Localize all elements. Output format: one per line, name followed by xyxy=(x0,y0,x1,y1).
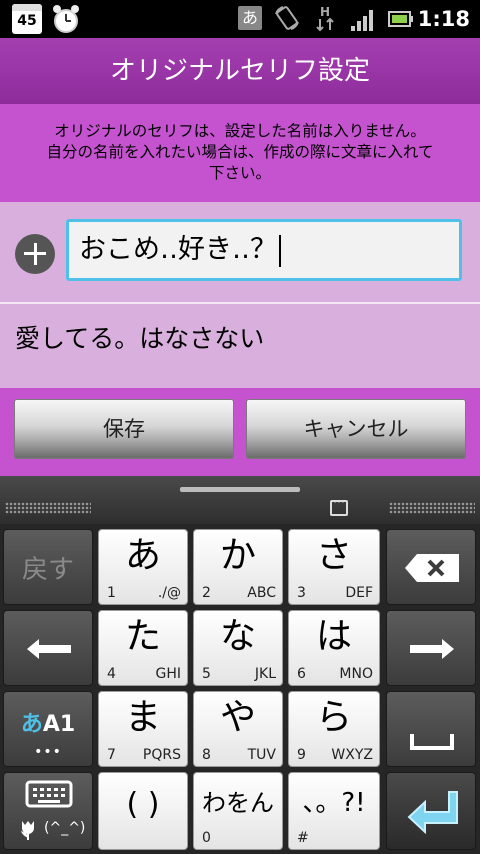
list-item-text: 愛してる。はなさない xyxy=(15,324,265,353)
status-time: 1:18 xyxy=(417,7,470,31)
key-punctuation-label: 、。?! xyxy=(302,788,366,818)
key-ha-label: は xyxy=(315,616,352,657)
mode-hiragana-label: あ xyxy=(20,712,43,737)
key-ka-num: 2 xyxy=(202,585,211,601)
description-line-2: 自分の名前を入れたい場合は、作成の際に文章に入れて xyxy=(46,143,434,161)
grip-dots-icon xyxy=(389,502,475,514)
key-ya-sub: TUV xyxy=(247,747,276,763)
keyboard-menu-icon[interactable] xyxy=(330,495,348,516)
right-arrow-key[interactable] xyxy=(386,610,476,686)
key-na[interactable]: な 5 JKL xyxy=(193,610,283,686)
serif-input[interactable]: おこめ‥好き‥？ xyxy=(66,219,462,281)
key-punctuation-num: # xyxy=(297,830,309,846)
key-na-label: な xyxy=(219,616,256,657)
key-punctuation[interactable]: 、。?! # xyxy=(288,772,380,850)
key-a[interactable]: あ 1 ./@ xyxy=(98,529,188,605)
key-parentheses-label: ( ) xyxy=(126,787,160,822)
key-ha-sub: MNO xyxy=(339,666,373,682)
key-ra-sub: WXYZ xyxy=(331,747,373,763)
rotation-icon xyxy=(275,6,299,30)
undo-key[interactable]: 戻す xyxy=(3,529,93,605)
key-sa-label: さ xyxy=(315,535,352,576)
add-plus-icon[interactable] xyxy=(15,234,55,274)
key-ta-sub: GHI xyxy=(155,666,181,682)
mode-alnum-label: A1 xyxy=(42,712,76,737)
key-wa-label: わをん xyxy=(202,789,274,817)
arrow-left-icon xyxy=(27,639,71,659)
key-ma-label: ま xyxy=(124,697,161,738)
key-sa[interactable]: さ 3 DEF xyxy=(288,529,380,605)
calendar-icon: 45 xyxy=(12,4,42,34)
key-ka-label: か xyxy=(219,535,256,576)
key-ra-num: 9 xyxy=(297,747,306,763)
input-mode-key[interactable]: あA1 ••• xyxy=(3,691,93,767)
backspace-icon xyxy=(405,554,459,582)
key-ha-num: 6 xyxy=(297,666,306,682)
key-ma[interactable]: ま 7 PQRS xyxy=(98,691,188,767)
key-wa[interactable]: わをん 0 xyxy=(193,772,283,850)
undo-key-label: 戻す xyxy=(21,554,74,585)
emoji-label: (^_^) xyxy=(44,820,86,836)
keyboard-top-bar xyxy=(0,476,480,524)
key-parentheses[interactable]: ( ) xyxy=(98,772,188,850)
left-arrow-key[interactable] xyxy=(3,610,93,686)
description-line-1: オリジナルのセリフは、設定した名前は入りません。 xyxy=(54,122,426,140)
svg-text:H: H xyxy=(320,5,330,19)
soft-keyboard: 戻す あ 1 ./@ か 2 ABC さ 3 DEF た 4 GHI な 5 J… xyxy=(0,476,480,854)
key-na-sub: JKL xyxy=(254,666,276,682)
key-ta[interactable]: た 4 GHI xyxy=(98,610,188,686)
key-a-label: あ xyxy=(124,535,161,576)
button-area: 保存 キャンセル xyxy=(0,388,480,476)
keyboard-icon xyxy=(25,780,73,808)
description-text: オリジナルのセリフは、設定した名前は入りません。 自分の名前を入れたい場合は、作… xyxy=(0,104,480,202)
keyboard-drag-handle[interactable] xyxy=(180,487,300,492)
status-bar: 45 あ H 1:18 xyxy=(0,0,480,38)
key-ma-num: 7 xyxy=(107,747,116,763)
calendar-day: 45 xyxy=(17,13,37,29)
space-icon xyxy=(410,734,454,750)
key-ta-num: 4 xyxy=(107,666,116,682)
enter-key[interactable] xyxy=(386,772,476,850)
key-ra-label: ら xyxy=(315,697,352,738)
key-wa-num: 0 xyxy=(202,830,211,846)
h-network-icon: H xyxy=(316,5,334,32)
save-button[interactable]: 保存 xyxy=(14,399,234,459)
list-item[interactable]: 愛してる。はなさない xyxy=(0,304,480,388)
description-line-3: 下さい。 xyxy=(208,164,271,182)
input-row: おこめ‥好き‥？ xyxy=(0,202,480,302)
key-sa-num: 3 xyxy=(297,585,306,601)
cancel-button[interactable]: キャンセル xyxy=(246,399,466,459)
space-key[interactable] xyxy=(386,691,476,767)
key-ka[interactable]: か 2 ABC xyxy=(193,529,283,605)
arrow-right-icon xyxy=(410,639,454,659)
key-ha[interactable]: は 6 MNO xyxy=(288,610,380,686)
page-title: オリジナルセリフ設定 xyxy=(0,38,480,104)
tulip-icon xyxy=(21,821,34,840)
key-ta-label: た xyxy=(124,616,161,657)
key-sa-sub: DEF xyxy=(345,585,373,601)
key-na-num: 5 xyxy=(202,666,211,682)
serif-input-value: おこめ‥好き‥？ xyxy=(79,234,278,265)
key-ka-sub: ABC xyxy=(247,585,276,601)
key-ya-num: 8 xyxy=(202,747,211,763)
enter-arrow-icon xyxy=(407,791,458,835)
backspace-key[interactable] xyxy=(386,529,476,605)
text-caret xyxy=(279,234,282,267)
key-ra[interactable]: ら 9 WXYZ xyxy=(288,691,380,767)
mode-dots: ••• xyxy=(34,744,62,760)
key-a-sub: ./@ xyxy=(157,585,181,601)
battery-icon xyxy=(388,11,413,27)
key-ya-label: や xyxy=(219,697,256,738)
key-a-num: 1 xyxy=(107,585,116,601)
signal-icon xyxy=(351,10,373,31)
grip-dots-icon xyxy=(5,502,91,514)
key-ma-sub: PQRS xyxy=(142,747,181,763)
emoji-symbol-key[interactable]: (^_^) xyxy=(3,772,93,850)
ime-icon: あ xyxy=(238,6,262,30)
key-ya[interactable]: や 8 TUV xyxy=(193,691,283,767)
alarm-clock-icon xyxy=(53,5,79,33)
